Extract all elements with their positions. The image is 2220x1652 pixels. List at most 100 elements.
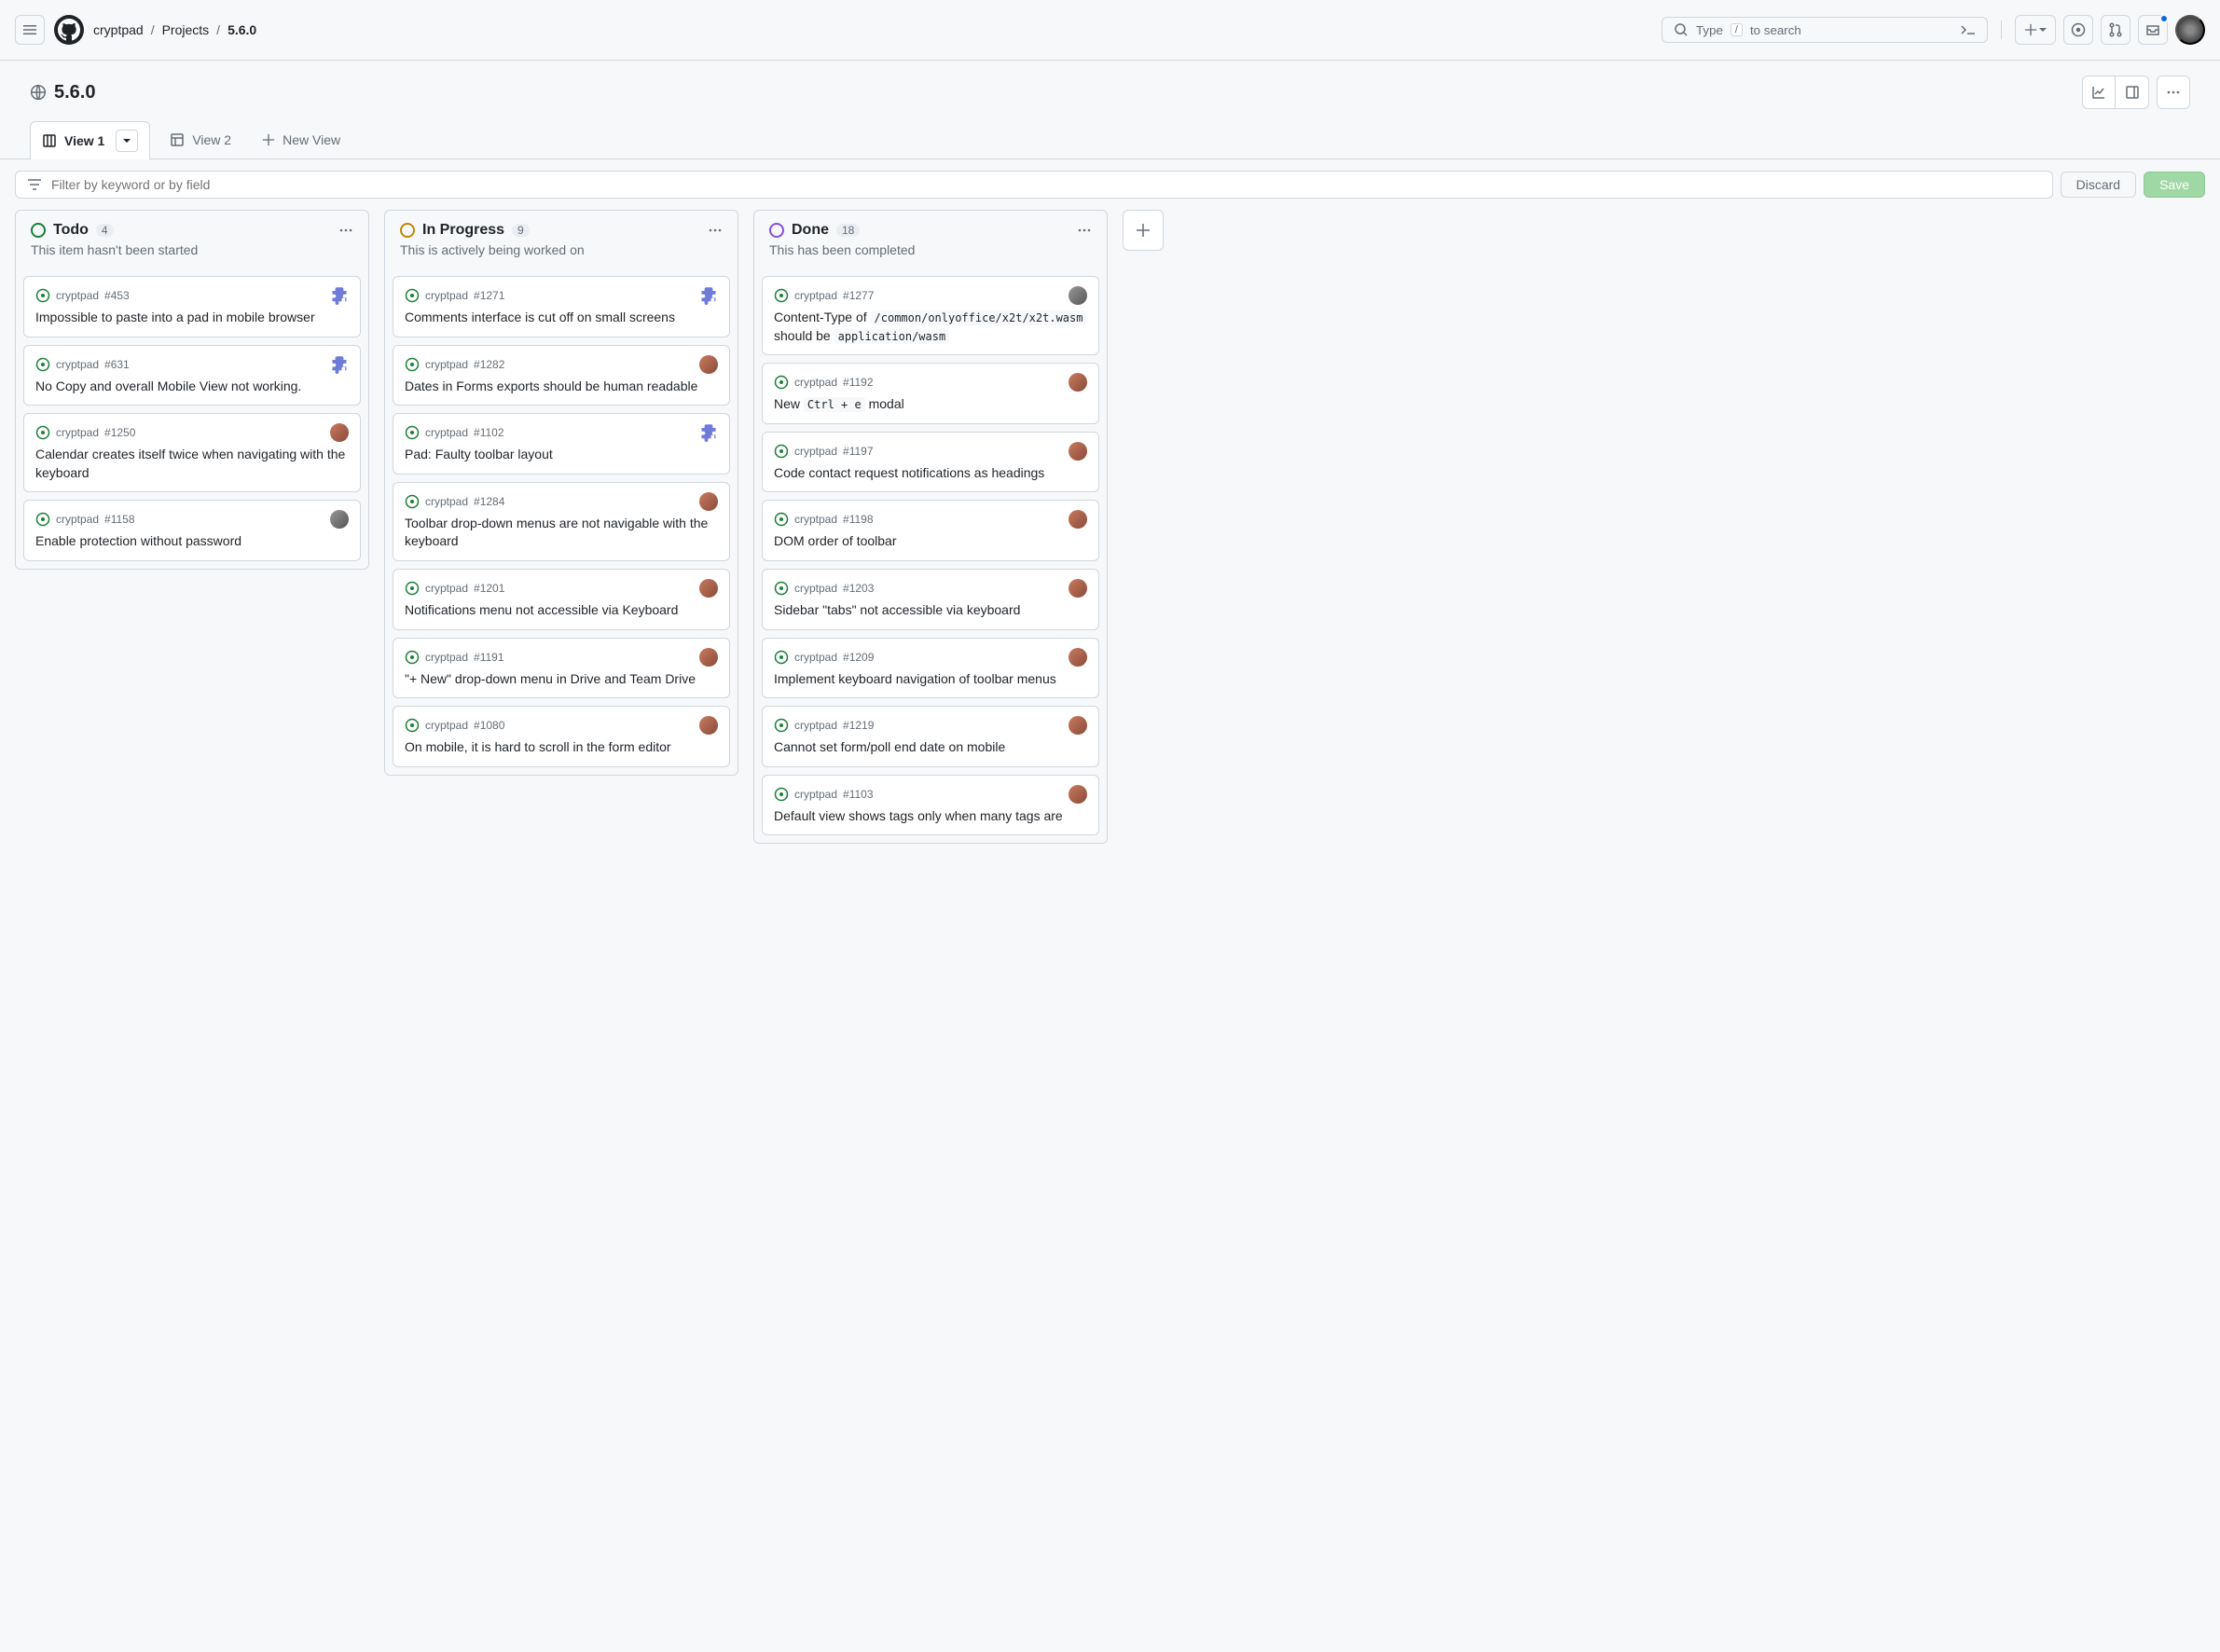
column-menu-button[interactable] xyxy=(708,223,723,238)
save-button[interactable]: Save xyxy=(2144,172,2205,198)
filter-input-wrapper[interactable] xyxy=(15,171,2053,199)
card-title: Toolbar drop-down menus are not navigabl… xyxy=(405,515,718,551)
inbox-button[interactable] xyxy=(2138,15,2168,45)
open-issue-icon xyxy=(774,444,789,459)
card-issue-number: #1209 xyxy=(843,651,874,664)
issue-card[interactable]: cryptpad #1103 Default view shows tags o… xyxy=(762,775,1099,836)
assignee-avatar[interactable] xyxy=(1069,785,1087,804)
assignee-avatar[interactable] xyxy=(1069,286,1087,305)
tab-options-button[interactable] xyxy=(116,130,138,152)
card-badge xyxy=(1069,510,1087,529)
column-menu-button[interactable] xyxy=(338,223,353,238)
issue-card[interactable]: cryptpad #1203 Sidebar "tabs" not access… xyxy=(762,569,1099,630)
issue-card[interactable]: cryptpad #1201 Notifications menu not ac… xyxy=(393,569,730,630)
column-count-badge: 9 xyxy=(512,224,530,237)
issue-card[interactable]: cryptpad #1250 Calendar creates itself t… xyxy=(23,413,361,492)
assignee-avatar[interactable] xyxy=(1069,442,1087,461)
issue-card[interactable]: cryptpad #453 Impossible to paste into a… xyxy=(23,276,361,337)
pull-request-icon xyxy=(2108,22,2123,37)
issue-card[interactable]: cryptpad #1277 Content-Type of /common/o… xyxy=(762,276,1099,355)
issue-card[interactable]: cryptpad #1191 "+ New" drop-down menu in… xyxy=(393,638,730,699)
issue-card[interactable]: cryptpad #1080 On mobile, it is hard to … xyxy=(393,706,730,767)
filter-input[interactable] xyxy=(51,177,2041,192)
user-avatar-button[interactable] xyxy=(2175,15,2205,45)
issue-card[interactable]: cryptpad #1209 Implement keyboard naviga… xyxy=(762,638,1099,699)
tab-view2[interactable]: View 2 xyxy=(158,124,243,155)
column-menu-button[interactable] xyxy=(1077,223,1092,238)
breadcrumb-separator: / xyxy=(216,22,220,37)
issue-card[interactable]: cryptpad #1158 Enable protection without… xyxy=(23,500,361,561)
kebab-icon xyxy=(1077,223,1092,238)
card-repo: cryptpad xyxy=(794,376,837,389)
issue-card[interactable]: cryptpad #1198 DOM order of toolbar xyxy=(762,500,1099,561)
add-column-button[interactable] xyxy=(1123,210,1164,251)
hamburger-menu-button[interactable] xyxy=(15,15,45,45)
insights-button[interactable] xyxy=(2082,76,2116,109)
card-issue-number: #453 xyxy=(104,289,130,302)
assignee-avatar[interactable] xyxy=(330,510,349,529)
card-title: On mobile, it is hard to scroll in the f… xyxy=(405,738,718,757)
card-repo: cryptpad xyxy=(794,445,837,458)
github-logo[interactable] xyxy=(54,15,84,45)
column-done: Done 18 This has been completed cryptpad… xyxy=(753,210,1108,844)
assignee-avatar[interactable] xyxy=(330,423,349,442)
issue-card[interactable]: cryptpad #1197 Code contact request noti… xyxy=(762,432,1099,493)
create-new-button[interactable] xyxy=(2015,15,2056,45)
extension-icon xyxy=(330,286,349,305)
card-repo: cryptpad xyxy=(794,289,837,302)
card-header: cryptpad #1219 xyxy=(774,716,1087,735)
assignee-avatar[interactable] xyxy=(699,492,718,511)
issue-card[interactable]: cryptpad #631 No Copy and overall Mobile… xyxy=(23,345,361,406)
assignee-avatar[interactable] xyxy=(1069,648,1087,667)
card-issue-number: #1284 xyxy=(474,495,504,508)
assignee-avatar[interactable] xyxy=(699,648,718,667)
assignee-avatar[interactable] xyxy=(699,579,718,598)
card-title: Notifications menu not accessible via Ke… xyxy=(405,601,718,620)
open-issue-icon xyxy=(35,288,50,303)
issue-card[interactable]: cryptpad #1102 Pad: Faulty toolbar layou… xyxy=(393,413,730,475)
card-title: Code contact request notifications as he… xyxy=(774,464,1087,483)
breadcrumb-section[interactable]: Projects xyxy=(162,22,210,37)
tab-view1[interactable]: View 1 xyxy=(30,121,150,159)
card-title: Calendar creates itself twice when navig… xyxy=(35,446,349,482)
issues-button[interactable] xyxy=(2063,15,2093,45)
card-header: cryptpad #1250 xyxy=(35,423,349,442)
card-repo: cryptpad xyxy=(794,788,837,801)
issue-card[interactable]: cryptpad #1192 New Ctrl + e modal xyxy=(762,363,1099,424)
header-actions xyxy=(2015,15,2205,45)
issue-card[interactable]: cryptpad #1282 Dates in Forms exports sh… xyxy=(393,345,730,406)
issue-card[interactable]: cryptpad #1284 Toolbar drop-down menus a… xyxy=(393,482,730,561)
card-header: cryptpad #1102 xyxy=(405,423,718,442)
card-badge xyxy=(699,355,718,374)
assignee-avatar[interactable] xyxy=(1069,716,1087,735)
assignee-avatar[interactable] xyxy=(1069,579,1087,598)
breadcrumb-repo[interactable]: cryptpad xyxy=(93,22,144,37)
assignee-avatar[interactable] xyxy=(1069,510,1087,529)
assignee-avatar[interactable] xyxy=(1069,373,1087,392)
open-issue-icon xyxy=(774,288,789,303)
github-icon xyxy=(58,19,80,41)
open-issue-icon xyxy=(405,650,420,665)
panel-button[interactable] xyxy=(2116,76,2149,109)
assignee-avatar[interactable] xyxy=(699,716,718,735)
plus-icon xyxy=(262,133,275,146)
card-repo: cryptpad xyxy=(56,358,99,371)
card-header: cryptpad #1203 xyxy=(774,579,1087,598)
more-options-button[interactable] xyxy=(2157,76,2190,109)
issue-card[interactable]: cryptpad #1271 Comments interface is cut… xyxy=(393,276,730,337)
discard-button[interactable]: Discard xyxy=(2061,172,2136,198)
card-title: No Copy and overall Mobile View not work… xyxy=(35,378,349,396)
table-icon xyxy=(170,132,185,147)
issue-card[interactable]: cryptpad #1219 Cannot set form/poll end … xyxy=(762,706,1099,767)
card-badge xyxy=(699,716,718,735)
new-view-button[interactable]: New View xyxy=(251,125,352,155)
card-header: cryptpad #1209 xyxy=(774,648,1087,667)
assignee-avatar[interactable] xyxy=(699,355,718,374)
pull-requests-button[interactable] xyxy=(2101,15,2130,45)
search-input[interactable]: Type / to search xyxy=(1662,17,1988,43)
column-header: Done 18 xyxy=(754,211,1107,242)
card-header: cryptpad #1277 xyxy=(774,286,1087,305)
global-header: cryptpad / Projects / 5.6.0 Type / to se… xyxy=(0,0,2220,61)
open-issue-icon xyxy=(774,512,789,527)
card-header: cryptpad #1198 xyxy=(774,510,1087,529)
